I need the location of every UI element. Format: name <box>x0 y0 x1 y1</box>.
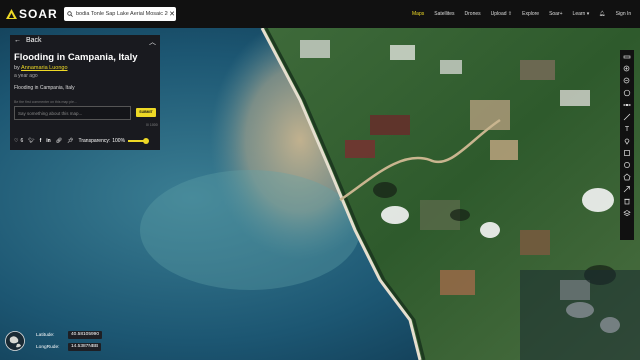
satellite-icon[interactable] <box>622 100 632 110</box>
comment-notice: Be the first commenter on this map ple..… <box>14 100 77 104</box>
coordinates-readout: Latitude: 40.58105990 LongRude: 14.5387N… <box>0 326 110 360</box>
map-details-panel: ← Back ︿ Flooding in Campania, Italy by … <box>10 35 160 150</box>
longitude-value: 14.5387NBB <box>68 343 102 351</box>
by-prefix: by <box>14 65 20 71</box>
pin-icon[interactable]: 📌︎ <box>67 138 73 144</box>
slider-knob[interactable] <box>143 138 150 144</box>
link-icon[interactable]: 🔗︎ <box>56 138 62 144</box>
notification-bell-icon[interactable]: 🔔︎ <box>599 11 605 17</box>
posted-time: a year ago <box>14 73 38 79</box>
author-link[interactable]: Annamaria Luongo <box>21 65 67 71</box>
nav-upload[interactable]: Upload ⇧ <box>491 11 512 17</box>
heart-icon: ♡ <box>14 138 19 144</box>
ruler-icon[interactable] <box>622 52 632 62</box>
soar-logo[interactable]: SOAR <box>6 7 58 21</box>
arrow-icon[interactable] <box>622 184 632 194</box>
comment-input[interactable]: Say something about this map... <box>14 106 131 120</box>
reset-icon[interactable] <box>622 88 632 98</box>
latitude-value: 40.58105990 <box>68 331 103 339</box>
map-title: Flooding in Campania, Italy <box>14 52 138 63</box>
collapse-panel-icon[interactable]: ︿ <box>149 37 156 47</box>
nav-soar-plus[interactable]: Soar+ <box>549 11 562 17</box>
soar-logo-icon <box>6 9 17 19</box>
upload-icon: ⇧ <box>507 11 513 17</box>
search-icon <box>64 11 76 17</box>
nav-learn[interactable]: Learn ▾ <box>573 11 590 17</box>
nav-explore[interactable]: Explore <box>522 11 539 17</box>
transparency-control: Transparency: 100% <box>78 138 150 144</box>
drawing-icon[interactable] <box>622 112 632 122</box>
logo-text: SOAR <box>19 7 58 21</box>
chevron-down-icon: ▾ <box>586 11 590 17</box>
search-input[interactable]: bodia Tonle Sap Lake Aerial Mosaic 2005 <box>76 11 168 17</box>
like-count: 6 <box>20 138 24 144</box>
back-button[interactable]: ← Back <box>14 37 42 44</box>
linkedin-icon[interactable]: in <box>46 138 50 144</box>
submit-comment-button[interactable]: SUBMIT <box>136 108 156 117</box>
nav-learn-label: Learn <box>572 11 586 17</box>
rectangle-icon[interactable] <box>622 148 632 158</box>
author-line: by Annamaria Luongo <box>14 65 68 71</box>
layer-icon[interactable] <box>622 208 632 218</box>
circle-icon[interactable] <box>622 160 632 170</box>
longitude-label: LongRude: <box>36 345 60 350</box>
transparency-value: 100% <box>112 138 126 144</box>
map-description: Flooding in Campania, Italy <box>14 85 75 91</box>
nav-upload-label: Upload <box>490 11 507 17</box>
back-label: Back <box>26 37 42 44</box>
top-navigation-bar: SOAR bodia Tonle Sap Lake Aerial Mosaic … <box>0 0 640 28</box>
text-icon[interactable]: T <box>622 124 632 134</box>
map-tools-toolbar: T <box>620 50 634 240</box>
latitude-label: Latitude: <box>36 333 55 338</box>
transparency-label: Transparency: <box>78 138 111 144</box>
main-nav: Maps Satellites Drones Upload ⇧ Explore … <box>412 0 640 28</box>
nav-drones[interactable]: Drones <box>465 11 481 17</box>
facebook-icon[interactable]: f <box>40 138 42 144</box>
zoom-out-icon[interactable] <box>622 76 632 86</box>
nav-sign-in[interactable]: Sign In <box>616 11 632 17</box>
clear-search-icon[interactable]: ✕ <box>168 10 176 18</box>
nav-maps[interactable]: Maps <box>412 11 424 17</box>
globe-icon <box>5 331 25 351</box>
map-actions-bar: ♡ 6 🐦︎ f in 🔗︎ 📌︎ Transparency: 100% <box>14 135 160 147</box>
comment-char-count: 0/ 1000 <box>146 123 158 127</box>
polygon-icon[interactable] <box>622 172 632 182</box>
arrow-left-icon: ← <box>14 37 21 44</box>
twitter-icon[interactable]: 🐦︎ <box>28 138 34 144</box>
delete-icon[interactable] <box>622 196 632 206</box>
marker-icon[interactable] <box>622 136 632 146</box>
like-button[interactable]: ♡ 6 <box>14 138 23 144</box>
zoom-in-icon[interactable] <box>622 64 632 74</box>
nav-satellites[interactable]: Satellites <box>434 11 454 17</box>
transparency-slider[interactable] <box>128 138 150 144</box>
search-bar[interactable]: bodia Tonle Sap Lake Aerial Mosaic 2005 … <box>64 7 176 21</box>
